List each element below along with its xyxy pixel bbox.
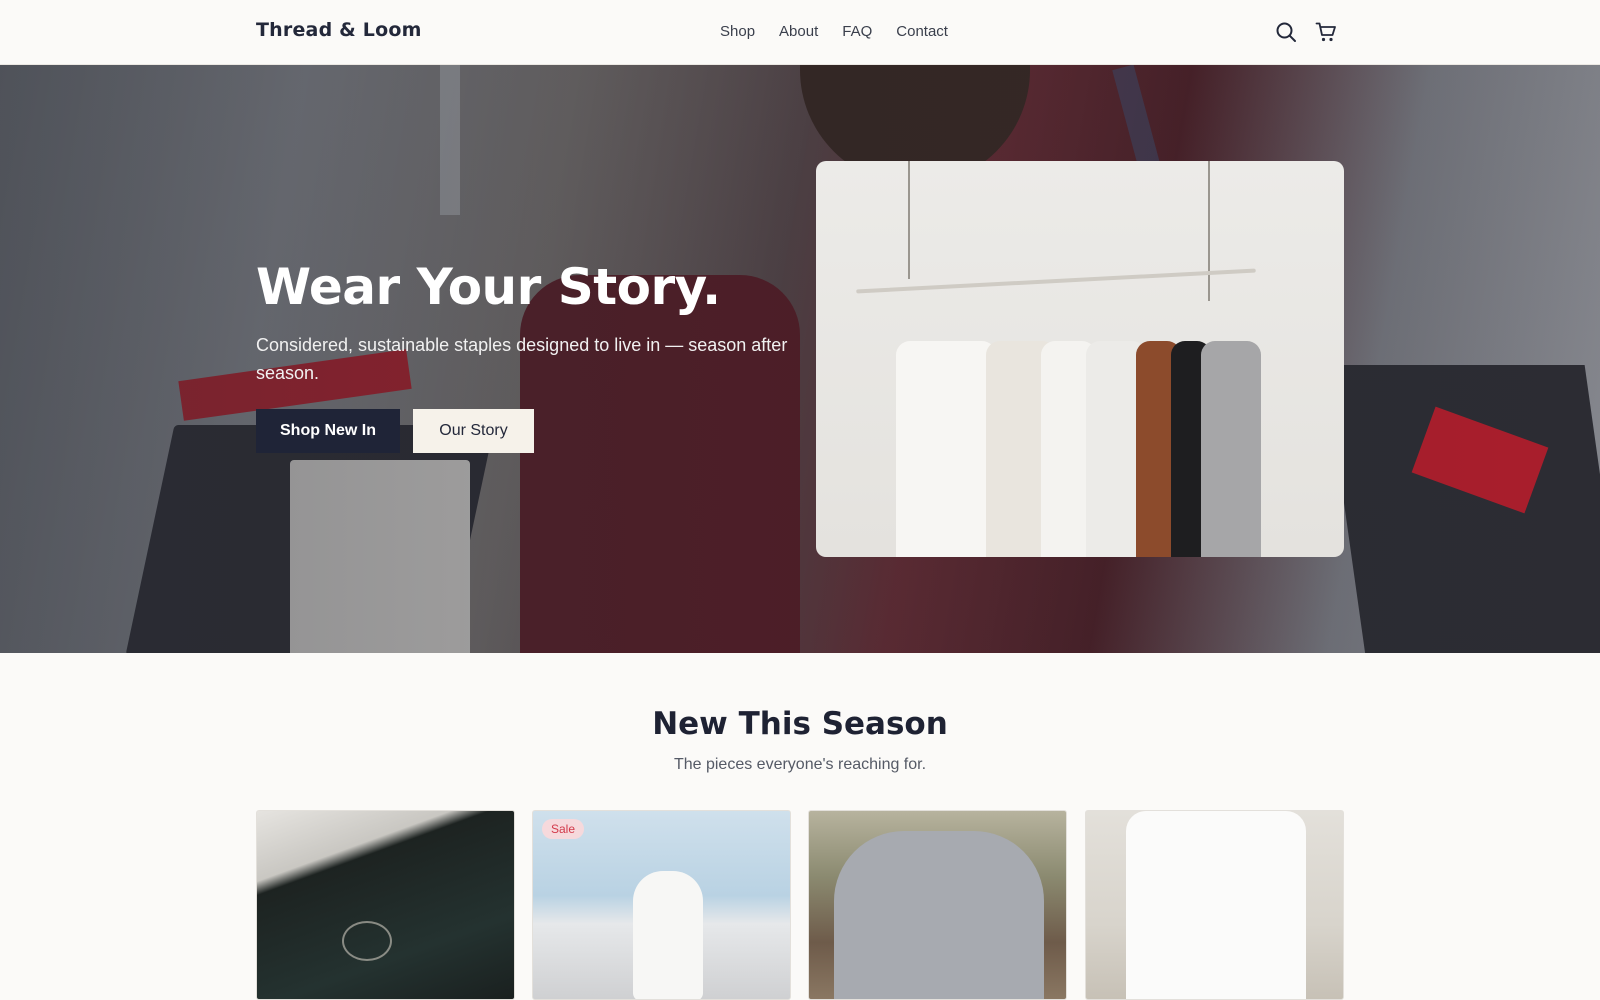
header-icons xyxy=(1275,21,1337,43)
hero-title: Wear Your Story. xyxy=(256,258,721,316)
product-card[interactable] xyxy=(808,810,1067,1000)
hero-banner: Wear Your Story. Considered, sustainable… xyxy=(0,65,1600,653)
garment xyxy=(896,341,996,557)
product-image-figure xyxy=(633,871,703,999)
product-image-detail xyxy=(342,921,392,961)
rack-string xyxy=(908,161,910,279)
section-subtitle: The pieces everyone's reaching for. xyxy=(673,756,927,773)
main-nav: Shop About FAQ Contact xyxy=(720,23,948,40)
cart-icon[interactable] xyxy=(1315,21,1337,43)
our-story-button[interactable]: Our Story xyxy=(413,409,534,453)
product-card[interactable] xyxy=(256,810,515,1000)
hero-image-clothing-rack xyxy=(816,161,1344,557)
hero-subtitle: Considered, sustainable staples designed… xyxy=(256,335,788,383)
product-card[interactable]: Sale xyxy=(532,810,791,1000)
brand-logo[interactable]: Thread & Loom xyxy=(256,19,422,41)
nav-shop[interactable]: Shop xyxy=(720,23,755,40)
shop-new-in-button[interactable]: Shop New In xyxy=(256,409,400,453)
product-image-figure xyxy=(834,831,1044,999)
nav-about[interactable]: About xyxy=(779,23,818,40)
rack-string xyxy=(1208,161,1210,301)
site-header: Thread & Loom Shop About FAQ Contact xyxy=(0,0,1600,65)
section-title: New This Season xyxy=(652,706,948,742)
hero-overlay xyxy=(0,65,1600,653)
sale-badge: Sale xyxy=(542,819,585,839)
search-icon[interactable] xyxy=(1275,21,1297,43)
garment xyxy=(1201,341,1261,557)
nav-contact[interactable]: Contact xyxy=(896,23,948,40)
nav-faq[interactable]: FAQ xyxy=(842,23,872,40)
rack-rod xyxy=(856,268,1256,294)
product-image-figure xyxy=(1126,811,1306,999)
product-card[interactable] xyxy=(1085,810,1344,1000)
